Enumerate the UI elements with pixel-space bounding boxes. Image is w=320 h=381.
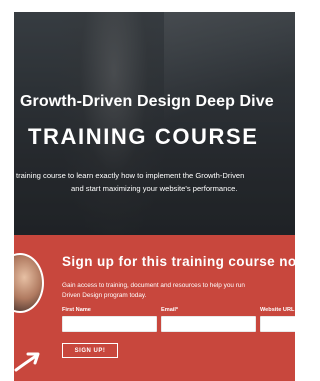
arrow-icon xyxy=(14,352,40,372)
signup-section: Sign up for this training course now Gai… xyxy=(14,235,295,381)
signup-description-line-1: Gain access to training, document and re… xyxy=(62,282,245,289)
hero-description-line-1: training course to learn exactly how to … xyxy=(16,171,245,180)
email-input[interactable] xyxy=(161,316,256,332)
landing-page: Growth-Driven Design Deep Dive TRAINING … xyxy=(0,0,295,381)
signup-description-line-2: Driven Design program today. xyxy=(62,292,147,299)
hero-headline: Growth-Driven Design Deep Dive xyxy=(20,93,274,110)
first-name-label: First Name xyxy=(62,307,91,313)
hero-description-line-2: and start maximizing your website's perf… xyxy=(71,184,238,193)
page-content: Growth-Driven Design Deep Dive TRAINING … xyxy=(14,12,295,381)
hero-title: TRAINING COURSE xyxy=(28,124,259,149)
hero-section: Growth-Driven Design Deep Dive TRAINING … xyxy=(14,12,295,252)
email-label: Email* xyxy=(161,307,179,313)
signup-title: Sign up for this training course now xyxy=(62,254,295,269)
website-url-input[interactable] xyxy=(260,316,295,332)
first-name-input[interactable] xyxy=(62,316,157,332)
instructor-avatar xyxy=(14,253,44,313)
sign-up-button[interactable]: SIGN UP! xyxy=(62,343,118,358)
website-url-label: Website URL xyxy=(260,307,295,313)
